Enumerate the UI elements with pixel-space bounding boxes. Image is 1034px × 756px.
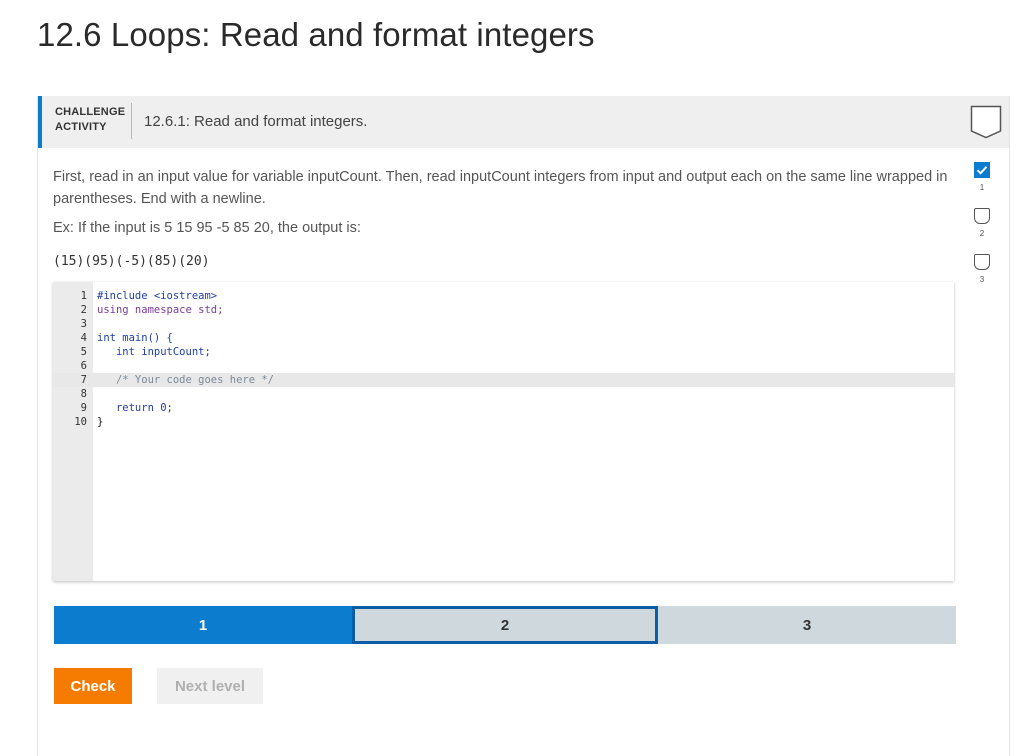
line-number: 5 [80,346,87,358]
progress-item-3: 3 [970,254,994,294]
line-number: 9 [80,402,87,414]
page-title: 12.6 Loops: Read and format integers [37,16,595,53]
code-line[interactable]: 6 [53,359,954,373]
progress-item-1: 1 [970,162,994,202]
activity-header: CHALLENGE ACTIVITY 12.6.1: Read and form… [38,96,1009,148]
code-editor[interactable]: 1 #include <iostream> 2 using namespace … [53,282,954,581]
line-number: 6 [80,360,87,372]
check-button[interactable]: Check [54,668,132,704]
activity-type-line2: ACTIVITY [55,121,107,133]
activity-title: 12.6.1: Read and format integers. [144,113,368,130]
code-text[interactable]: int main() { [97,331,173,345]
code-line[interactable]: 1 #include <iostream> [53,289,954,303]
code-text[interactable]: /* Your code goes here */ [97,373,274,387]
incomplete-icon [974,208,990,224]
incomplete-icon [974,254,990,270]
activity-prompt: First, read in an input value for variab… [53,169,948,207]
line-number: 10 [74,416,87,428]
progress-number: 3 [979,275,985,284]
progress-number: 1 [979,183,985,192]
challenge-activity-card: CHALLENGE ACTIVITY 12.6.1: Read and form… [37,96,1010,756]
line-number: 8 [80,388,87,400]
next-level-button[interactable]: Next level [157,668,263,704]
check-icon [974,162,990,178]
code-line[interactable]: 2 using namespace std; [53,303,954,317]
level-progress-bar: 1 3 2 [54,606,956,644]
code-line[interactable]: 10 } [53,415,954,429]
code-line[interactable]: 4 int main() { [53,331,954,345]
code-line[interactable]: 9 return 0; [53,401,954,415]
code-line[interactable]: 3 [53,317,954,331]
completion-shield-icon [970,105,1002,139]
code-text[interactable]: #include <iostream> [97,289,217,303]
activity-type-label: CHALLENGE ACTIVITY [55,105,125,135]
code-text[interactable]: int inputCount; [97,345,211,359]
code-text[interactable]: return 0; [97,401,173,415]
line-number: 3 [80,318,87,330]
line-number: 7 [80,374,87,386]
code-text[interactable]: } [97,415,103,429]
header-divider [131,103,132,139]
code-line-active[interactable]: 7 /* Your code goes here */ [53,373,954,387]
level-3-tab[interactable]: 3 [658,606,956,644]
line-number: 1 [80,290,87,302]
level-1-tab[interactable]: 1 [54,606,352,644]
line-number: 2 [80,304,87,316]
level-2-tab[interactable]: 2 [352,606,658,644]
progress-item-2: 2 [970,208,994,248]
progress-number: 2 [979,229,985,238]
code-text[interactable]: using namespace std; [97,303,223,317]
code-line[interactable]: 8 [53,387,954,401]
expected-output: (15)(95)(-5)(85)(20) [53,254,210,269]
code-line[interactable]: 5 int inputCount; [53,345,954,359]
activity-type-line1: CHALLENGE [55,106,126,118]
line-number: 4 [80,332,87,344]
example-text: Ex: If the input is 5 15 95 -5 85 20, th… [53,220,361,236]
